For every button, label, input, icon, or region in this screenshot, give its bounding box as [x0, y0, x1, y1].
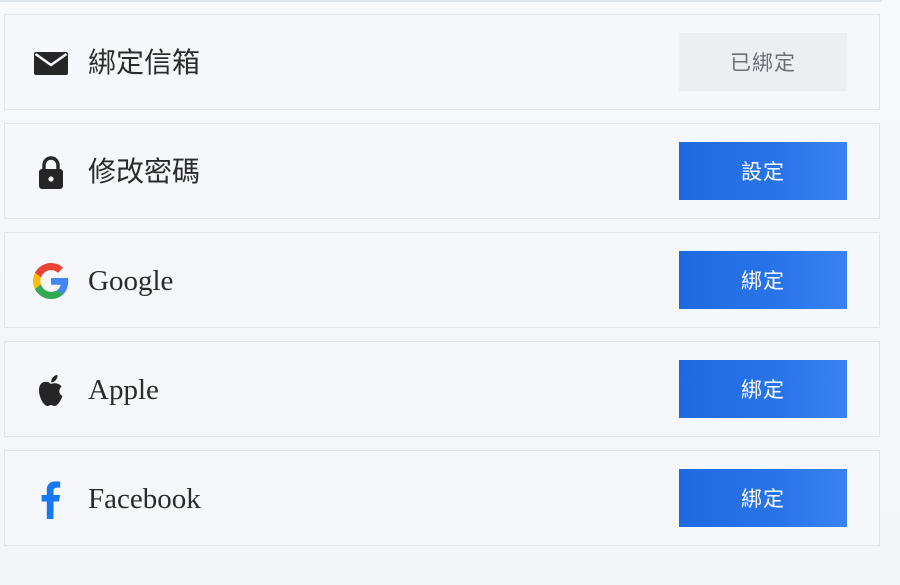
- row-apple: Apple 綁定: [4, 341, 880, 437]
- apple-icon: [33, 372, 69, 408]
- lock-icon: [33, 154, 69, 190]
- row-apple-label: Apple: [88, 374, 159, 406]
- row-email: 綁定信箱 已綁定: [4, 14, 880, 110]
- apple-bind-button[interactable]: 綁定: [679, 360, 847, 418]
- google-icon: [33, 263, 69, 299]
- row-facebook-label: Facebook: [88, 483, 201, 515]
- row-password: 修改密碼 設定: [4, 123, 880, 219]
- mail-icon: [33, 45, 69, 81]
- row-email-label: 綁定信箱: [88, 46, 201, 79]
- email-bound-button[interactable]: 已綁定: [679, 33, 847, 91]
- facebook-bind-button[interactable]: 綁定: [679, 469, 847, 527]
- top-divider: [0, 0, 882, 2]
- row-google: Google 綁定: [4, 232, 880, 328]
- password-set-button[interactable]: 設定: [679, 142, 847, 200]
- row-google-label: Google: [88, 265, 174, 297]
- google-bind-button[interactable]: 綁定: [679, 251, 847, 309]
- row-facebook: Facebook 綁定: [4, 450, 880, 546]
- row-password-label: 修改密碼: [88, 155, 201, 188]
- facebook-icon: [33, 481, 69, 519]
- account-binding-page: 綁定信箱 已綁定 修改密碼 設定 Google 綁定 Apple 綁定 Face…: [0, 0, 900, 585]
